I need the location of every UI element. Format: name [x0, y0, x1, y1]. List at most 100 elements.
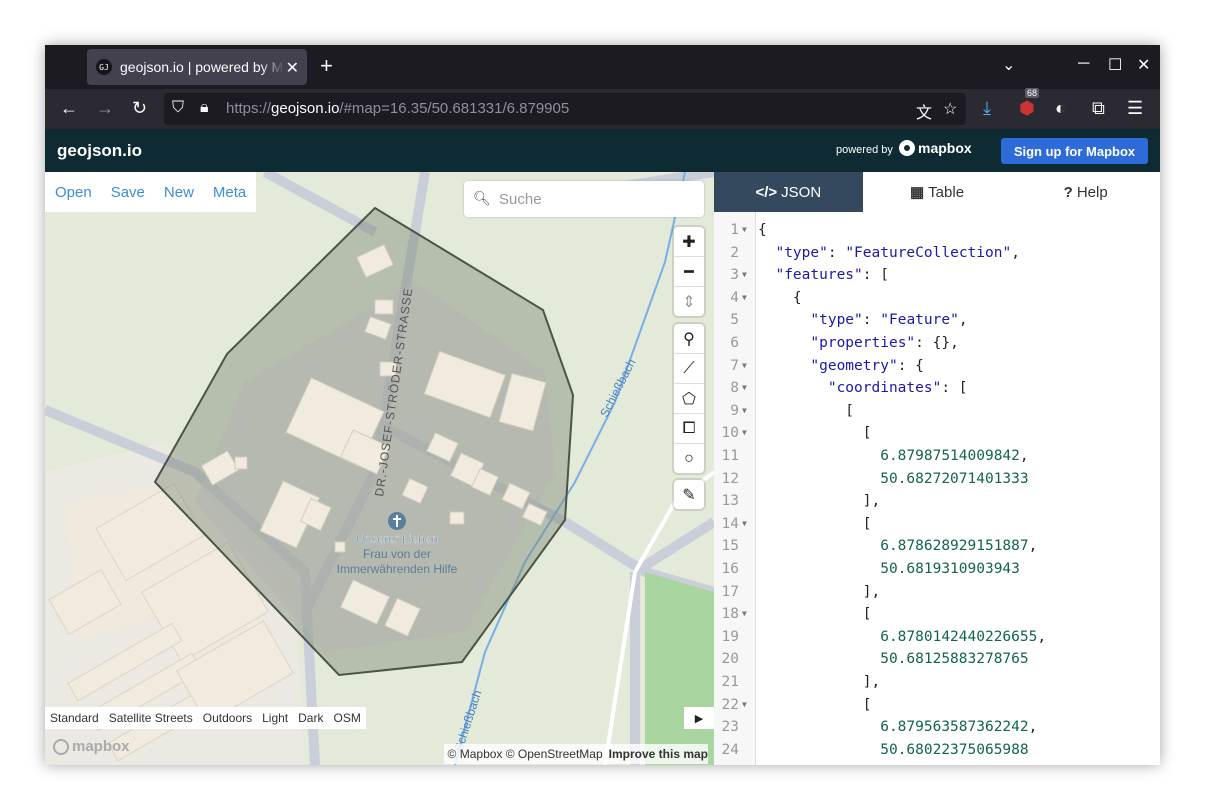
fold-arrow-icon[interactable]: ▼ [742, 377, 747, 399]
style-outdoors[interactable]: Outdoors [203, 711, 252, 725]
extensions-puzzle-icon[interactable]: ⧉ [1092, 98, 1105, 119]
draw-marker-icon[interactable]: ⚲ [674, 324, 704, 354]
code-line[interactable]: 18 ▼ [ [714, 603, 1160, 625]
lock-icon[interactable]: 🔒︎ [200, 99, 209, 117]
tab-help[interactable]: ? Help [1011, 172, 1160, 212]
back-icon[interactable]: ← [60, 98, 78, 119]
search-input[interactable]: Suche [499, 191, 542, 208]
hamburger-menu-icon[interactable]: ☰ [1127, 98, 1143, 119]
code-line[interactable]: 7 ▼ "geometry": { [714, 355, 1160, 377]
code-line[interactable]: 19 6.8780142440226655, [714, 626, 1160, 648]
code-line[interactable]: 15 6.878628929151887, [714, 535, 1160, 557]
minimize-icon[interactable]: ─ [1078, 55, 1089, 73]
code-text[interactable]: [ [758, 694, 872, 716]
style-light[interactable]: Light [262, 711, 288, 725]
draw-circle-icon[interactable]: ○ [674, 444, 704, 473]
style-osm[interactable]: OSM [333, 711, 360, 725]
style-standard[interactable]: Standard [50, 711, 99, 725]
fold-arrow-icon[interactable]: ▼ [742, 287, 747, 309]
code-line[interactable]: 2 "type": "FeatureCollection", [714, 242, 1160, 264]
code-text[interactable]: 6.878628929151887, [758, 535, 1037, 557]
reload-icon[interactable]: ↻ [132, 98, 147, 119]
code-text[interactable]: [ [758, 422, 872, 444]
code-text[interactable]: [ [758, 603, 872, 625]
code-line[interactable]: 9 ▼ [ [714, 400, 1160, 422]
code-line[interactable]: 11 6.87987514009842, [714, 445, 1160, 467]
code-line[interactable]: 5 "type": "Feature", [714, 309, 1160, 331]
menu-meta[interactable]: Meta [213, 184, 246, 201]
fold-arrow-icon[interactable]: ▼ [742, 694, 747, 716]
code-line[interactable]: 20 50.68125883278765 [714, 648, 1160, 670]
improve-map-link[interactable]: Improve this map [609, 747, 708, 761]
code-text[interactable]: 50.68125883278765 [758, 648, 1028, 670]
code-line[interactable]: 24 50.68022375065988 [714, 739, 1160, 761]
draw-polygon-icon[interactable]: ⬠ [674, 384, 704, 414]
code-line[interactable]: 17 ], [714, 581, 1160, 603]
code-line[interactable]: 6 "properties": {}, [714, 332, 1160, 354]
menu-new[interactable]: New [164, 184, 194, 201]
bookmark-star-icon[interactable]: ☆ [943, 99, 957, 119]
maximize-icon[interactable]: ☐ [1108, 55, 1122, 75]
tab-table[interactable]: ▦ Table [863, 172, 1012, 212]
code-line[interactable]: 23 6.879563587362242, [714, 716, 1160, 738]
code-line[interactable]: 13 ], [714, 490, 1160, 512]
code-line[interactable]: 14 ▼ [ [714, 513, 1160, 535]
code-line[interactable]: 16 50.6819310903943 [714, 558, 1160, 580]
code-text[interactable]: 6.8780142440226655, [758, 626, 1046, 648]
code-text[interactable]: "type": "FeatureCollection", [758, 242, 1019, 264]
menu-save[interactable]: Save [111, 184, 145, 201]
signup-button[interactable]: Sign up for Mapbox [1001, 138, 1148, 164]
style-dark[interactable]: Dark [298, 711, 323, 725]
attribution-text[interactable]: © Mapbox © OpenStreetMap [448, 747, 603, 761]
code-text[interactable]: [ [758, 513, 872, 535]
code-text[interactable]: 6.879563587362242, [758, 716, 1037, 738]
code-line[interactable]: 12 50.68272071401333 [714, 468, 1160, 490]
collapse-panel-icon[interactable]: ▶ [684, 707, 714, 729]
fold-arrow-icon[interactable]: ▼ [742, 400, 747, 422]
forward-icon[interactable]: → [96, 98, 114, 119]
fold-arrow-icon[interactable]: ▼ [742, 513, 747, 535]
code-line[interactable]: 3 ▼ "features": [ [714, 264, 1160, 286]
code-text[interactable]: 50.68022375065988 [758, 739, 1028, 761]
code-text[interactable]: "type": "Feature", [758, 309, 967, 331]
translate-icon[interactable]: 文 [916, 99, 932, 123]
code-text[interactable]: "geometry": { [758, 355, 924, 377]
search-box[interactable]: 🔍︎ Suche [464, 181, 704, 217]
new-tab-icon[interactable]: + [320, 55, 333, 77]
fold-arrow-icon[interactable]: ▼ [742, 264, 747, 286]
code-text[interactable]: ], [758, 490, 880, 512]
code-line[interactable]: 1 ▼ { [714, 219, 1160, 241]
fold-arrow-icon[interactable]: ▼ [742, 219, 747, 241]
map-area[interactable]: DR.-JOSEF-STRÖDER-STRASSE Schießbach Sch… [45, 172, 714, 765]
close-window-icon[interactable]: ✕ [1137, 55, 1150, 75]
url-bar[interactable]: ⛉ 🔒︎ https://geojson.io/#map=16.35/50.68… [164, 93, 966, 125]
browser-tab[interactable]: GJ geojson.io | powered by Mapbox ✕ [87, 49, 307, 85]
code-text[interactable]: ], [758, 581, 880, 603]
code-text[interactable]: 50.68272071401333 [758, 468, 1028, 490]
code-line[interactable]: 4 ▼ { [714, 287, 1160, 309]
tab-list-chevron-icon[interactable]: ⌄ [1002, 55, 1015, 75]
code-text[interactable]: "properties": {}, [758, 332, 958, 354]
fold-arrow-icon[interactable]: ▼ [742, 355, 747, 377]
zoom-out-icon[interactable]: ━ [674, 257, 704, 287]
draw-line-icon[interactable]: ⟋ [674, 354, 704, 384]
brand-title[interactable]: geojson.io [57, 141, 142, 161]
code-text[interactable]: { [758, 287, 802, 309]
tab-json[interactable]: </> JSON [714, 172, 863, 212]
code-line[interactable]: 8 ▼ "coordinates": [ [714, 377, 1160, 399]
zoom-in-icon[interactable]: ✚ [674, 227, 704, 257]
draw-rectangle-icon[interactable]: ⧠ [674, 414, 704, 444]
code-text[interactable]: "features": [ [758, 264, 889, 286]
fold-arrow-icon[interactable]: ▼ [742, 603, 747, 625]
mapbox-logo[interactable]: mapbox [899, 140, 972, 156]
code-text[interactable]: { [758, 219, 767, 241]
code-line[interactable]: 21 ], [714, 671, 1160, 693]
extension-avatar-icon[interactable]: ◐ [1055, 98, 1066, 119]
url-text[interactable]: https://geojson.io/#map=16.35/50.681331/… [226, 100, 569, 117]
code-line[interactable]: 22 ▼ [ [714, 694, 1160, 716]
shield-icon[interactable]: ⛉ [172, 99, 184, 117]
code-text[interactable]: ], [758, 671, 880, 693]
compass-icon[interactable]: ⇕ [674, 287, 704, 316]
map-canvas[interactable]: DR.-JOSEF-STRÖDER-STRASSE Schießbach Sch… [45, 172, 714, 765]
fold-arrow-icon[interactable]: ▼ [742, 422, 747, 444]
